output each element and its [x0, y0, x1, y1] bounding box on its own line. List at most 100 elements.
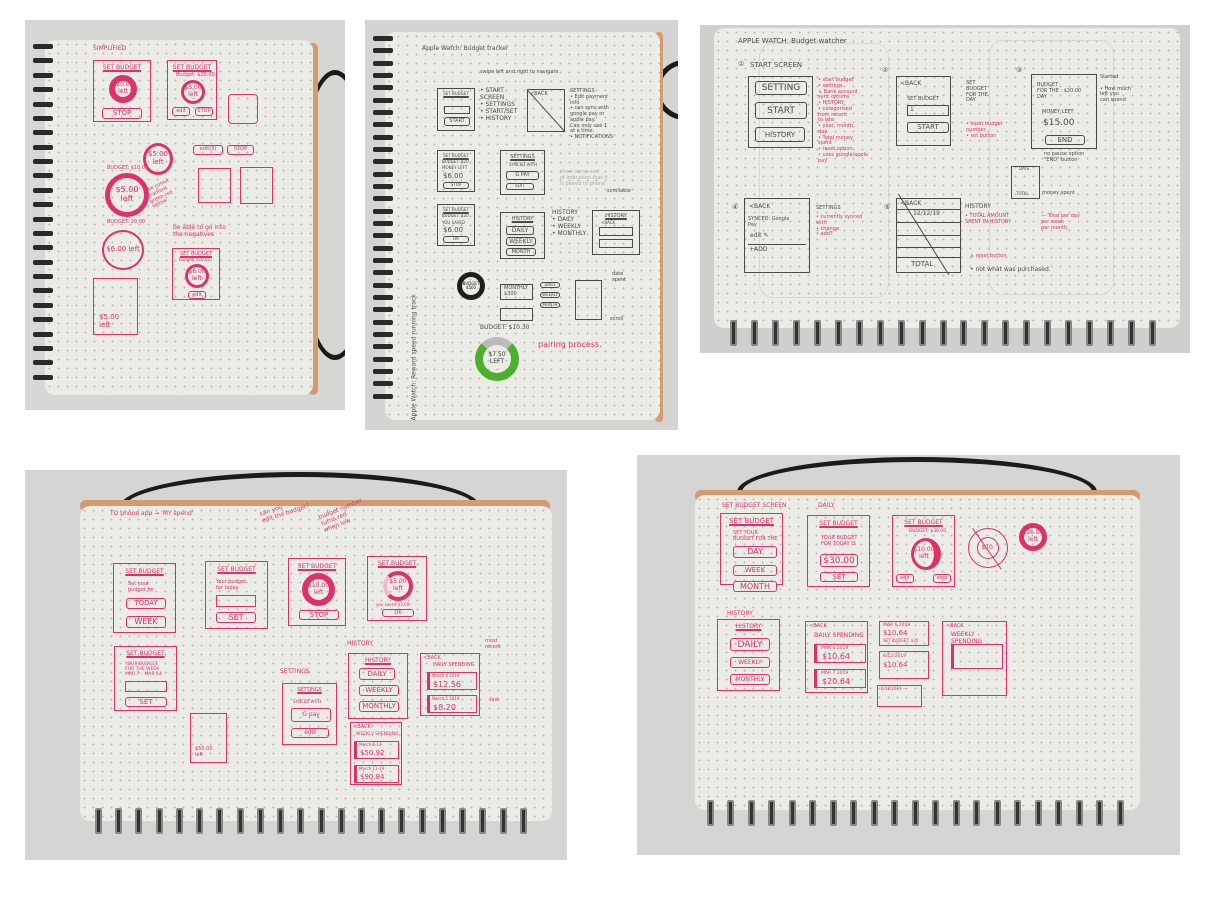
budget-input-sketch	[216, 595, 256, 607]
spiral-ring	[357, 808, 365, 834]
stop-button-sketch: STOP	[102, 108, 142, 119]
spiral-ring	[373, 48, 393, 54]
screen-title: WEEKLY SPENDING	[356, 732, 399, 737]
last-note: last	[490, 697, 500, 703]
spiral-ring	[373, 307, 393, 313]
spiral-ring	[373, 110, 393, 115]
sketch-set-budget-screen: SET BUDGET Budget: $20.00 $5.00 left edi…	[167, 60, 217, 120]
saved-message: you saved $5.00!	[376, 602, 411, 607]
spiral-ring	[236, 808, 244, 834]
spending-entry: MAR 6 2019 $10.64	[814, 644, 866, 663]
budget-ring-small: $26.00 left	[1019, 523, 1047, 551]
budget-ring: $20.00 left	[109, 75, 137, 103]
spiral-ring	[1128, 320, 1136, 346]
start-screen-label: START SCREEN	[750, 61, 803, 69]
stop-button-sketch: STOP	[299, 610, 339, 620]
sketch-small-screen	[240, 167, 273, 204]
spiral-ring	[175, 808, 183, 834]
end-button-sketch: END	[1045, 135, 1085, 145]
spiral-ring	[1044, 320, 1052, 346]
sketch-set-budget-screen: SET BUDGET BUDGET: $20 MONEY LEFT $6.00 …	[437, 150, 475, 192]
setting-button-sketch: SETTING	[755, 81, 807, 95]
most-recent-note: most recent	[485, 638, 501, 650]
spiral-binding	[95, 808, 540, 838]
spiral-ring	[834, 320, 842, 346]
spiral-ring	[1014, 800, 1022, 826]
list-item-sketch	[599, 239, 633, 248]
sketch-saved-screen: SET BUDGET BUDGET: $20 YOU SAVED $6.00 O…	[437, 204, 475, 246]
step-number: ⑤	[884, 203, 891, 211]
row-line	[897, 247, 960, 248]
spiral-ring	[973, 800, 981, 826]
row-line	[897, 235, 960, 236]
monthly-button-sketch: MONTHLY	[730, 674, 770, 685]
spiral-ring	[33, 374, 53, 380]
spiral-ring	[115, 808, 123, 834]
spiral-ring	[373, 221, 393, 226]
vertical-note: Apple Watch: Reward speed running track	[410, 294, 418, 421]
screen-title: SET BUDGET	[102, 64, 142, 71]
spending-entry: March 6-12 $50.92	[354, 741, 399, 759]
money-left-label: MONEY LEFT	[442, 165, 468, 170]
budget-ring: $5.00 left	[105, 173, 149, 217]
spiral-ring	[373, 369, 393, 374]
sketch-document: $50.00 left	[190, 713, 227, 763]
spiral-ring	[373, 97, 393, 103]
start-button-sketch: START	[444, 117, 470, 126]
photo-simplified-sketches: SIMPLIFIED SET BUDGET $20.00 left STOP S…	[25, 20, 345, 410]
history-date: 12/12/19	[913, 210, 940, 217]
add-label: +ADD	[749, 246, 768, 253]
spiral-ring	[993, 800, 1001, 826]
date-spent-note: date spent	[612, 271, 626, 283]
sketch-daily-spending-screen: <BACK DAILY SPENDING March 6 2019 $12.56…	[420, 653, 480, 716]
sketch-history-screen: <BACK 12/12/19 TOTAL	[896, 194, 961, 276]
spiral-ring	[155, 808, 163, 834]
sketch-history-screen: HISTORY DAILY WEEKLY MONTH	[500, 212, 545, 259]
spiral-ring	[1107, 320, 1115, 346]
sketch-settings-screen: SETTINGS SYNCED WITH G PAY EDIT	[500, 150, 545, 195]
pairing-note: pairing process.	[538, 340, 602, 349]
screen-title: SET BUDGET	[377, 560, 417, 567]
input-sketch	[444, 106, 470, 114]
set-budget-note: SET BUDGET FOR THE DAY	[966, 80, 988, 104]
spending-entry: March 5 2019 $8.20	[427, 695, 477, 713]
divider	[748, 244, 806, 245]
spiral-ring	[1075, 800, 1083, 826]
spiral-ring	[135, 808, 143, 834]
screen-title: SET BUDGET	[904, 519, 943, 526]
notebook-page: SIMPLIFIED SET BUDGET $20.00 left STOP S…	[33, 40, 313, 395]
budget-ring: $10.00 left	[302, 573, 335, 606]
edit-button-sketch: edit	[188, 291, 206, 299]
spiral-ring	[1065, 320, 1073, 346]
spiral-ring	[33, 216, 53, 222]
entry-amount: $10.64	[883, 661, 908, 669]
spiral-ring	[519, 808, 527, 834]
spiral-ring	[952, 800, 960, 826]
spiral-ring	[373, 73, 393, 78]
sketch-saved-screen: SET BUDGET $5.00 left you saved $5.00! O…	[367, 556, 427, 621]
entry-amount: $10.64	[883, 629, 908, 637]
set-budget-pink-notes: • input budget number • set button	[966, 121, 1003, 139]
spiral-ring	[771, 320, 779, 346]
step-number: ①	[738, 60, 745, 68]
mini-daily-sketch: DAILY	[540, 282, 560, 288]
money-spent-note: money spent	[1042, 190, 1075, 196]
spiral-ring	[317, 808, 325, 834]
spiral-ring	[33, 259, 53, 265]
entry-date: MAR 7 2019	[821, 671, 849, 676]
monthly-button-sketch: MONTHLY	[359, 701, 399, 712]
spiral-ring	[373, 258, 393, 263]
spiral-ring	[373, 332, 393, 337]
scroll-note: scroll	[610, 316, 624, 322]
back-label: <BACK	[946, 623, 964, 629]
weekly-button-sketch: WEEKLY	[359, 685, 399, 696]
spiral-ring	[297, 808, 305, 834]
photo-budget-watcher: APPLE WATCH: Budget watcher ① START SCRE…	[700, 25, 1190, 353]
list-item-sketch	[599, 227, 633, 236]
spiral-ring	[897, 320, 905, 346]
spiral-ring	[1149, 320, 1157, 346]
sketch-set-budget-screen: SET BUDGET Budget: $20.00 $6.00 left edi…	[172, 248, 220, 300]
spiral-ring	[960, 320, 968, 346]
money-left-label: MONEY LEFT	[1042, 109, 1074, 115]
history-notes: • TOTAL AMOUNT SPENT IN HISTORY	[965, 213, 1012, 225]
